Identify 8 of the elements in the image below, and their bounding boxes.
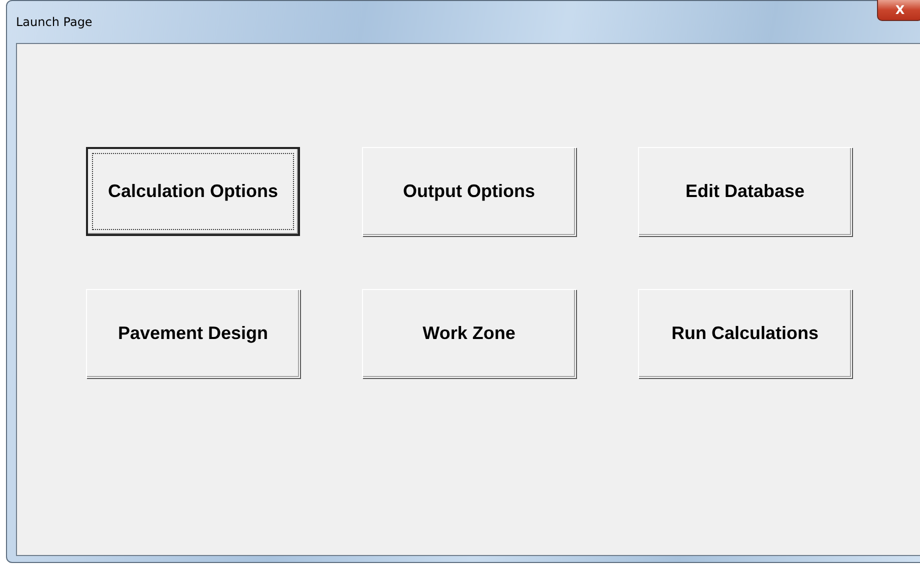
window-title: Launch Page: [16, 15, 92, 29]
launch-button[interactable]: Edit Database: [638, 147, 852, 236]
launch-button[interactable]: Output Options: [362, 147, 576, 236]
close-button[interactable]: X: [877, 0, 920, 21]
launch-button[interactable]: Pavement Design: [86, 289, 300, 378]
launch-button[interactable]: Calculation Options: [86, 147, 300, 236]
launch-button[interactable]: Run Calculations: [638, 289, 852, 378]
launch-button[interactable]: Work Zone: [362, 289, 576, 378]
